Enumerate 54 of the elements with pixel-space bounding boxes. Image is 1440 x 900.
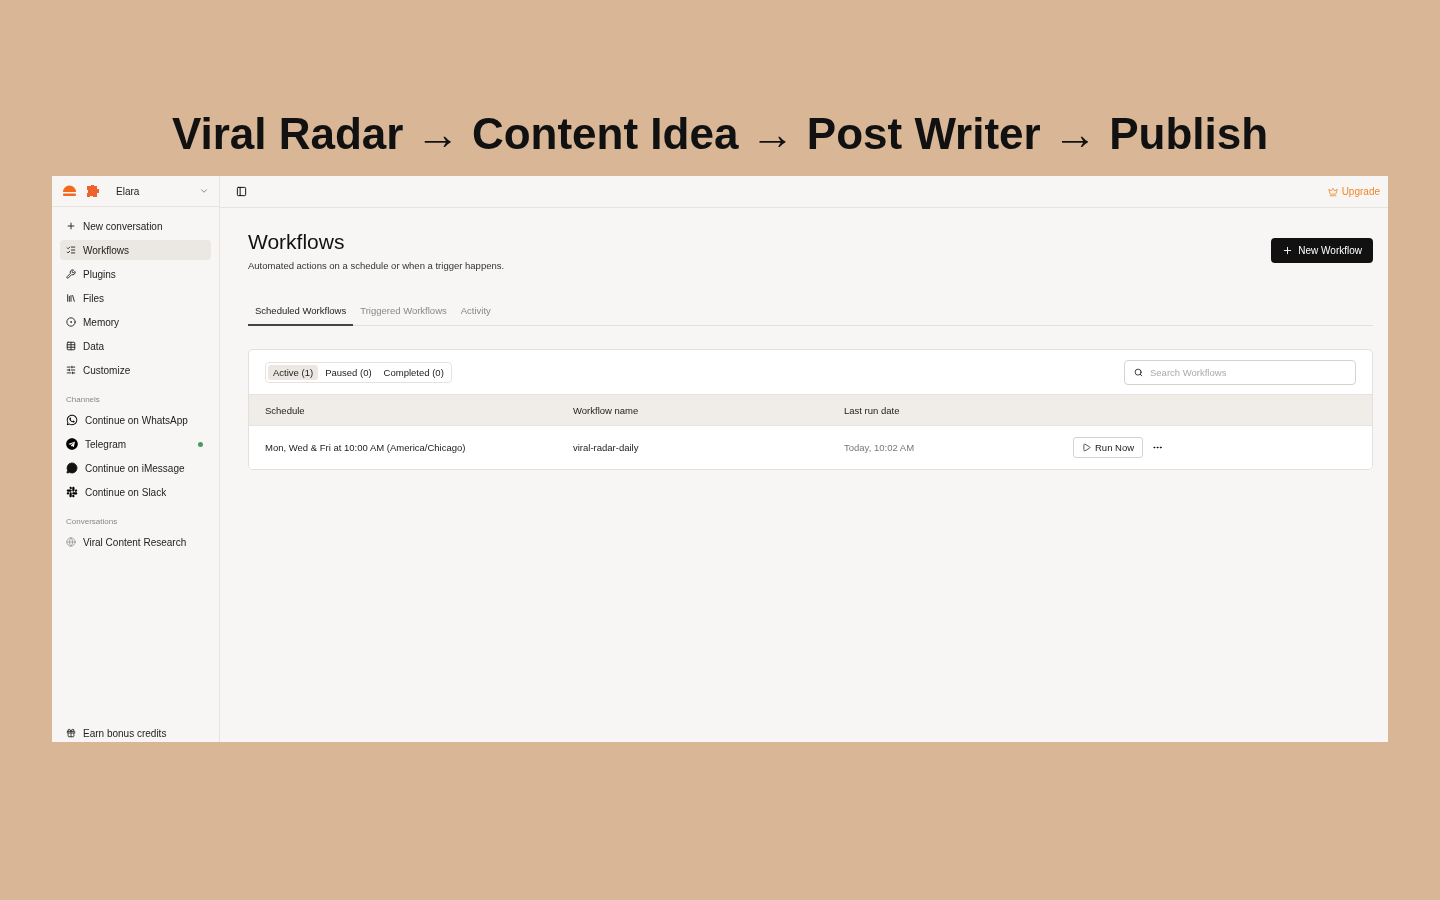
bonus-link[interactable]: Earn bonus credits — [52, 726, 219, 742]
sidebar-toggle-icon[interactable] — [236, 186, 247, 197]
puzzle-icon — [85, 184, 100, 198]
wrench-icon — [66, 269, 76, 279]
telegram-icon — [66, 438, 78, 450]
run-now-button[interactable]: Run Now — [1073, 437, 1144, 458]
channel-item[interactable]: Telegram — [60, 434, 211, 454]
page-title: Workflows — [248, 230, 346, 254]
sidebar-item[interactable]: Data — [60, 336, 211, 356]
column-header: Last run date — [844, 404, 901, 416]
table-cell-text: viral-radar-daily — [573, 442, 640, 453]
slack-icon — [66, 486, 78, 498]
tab[interactable]: Scheduled Workflows — [248, 299, 354, 326]
plus-icon — [1282, 245, 1294, 256]
sliders-icon — [66, 365, 76, 375]
filter-option[interactable]: Active (1) — [268, 364, 319, 380]
table-cell-text: Today, 10:02 AM — [844, 442, 916, 453]
sidebar-item[interactable]: Files — [60, 288, 211, 308]
channel-item[interactable]: Continue on iMessage — [60, 458, 211, 478]
channel-item[interactable]: Continue on Slack — [60, 482, 211, 502]
sidebar-item[interactable]: Workflows — [60, 240, 211, 260]
workspace-name[interactable]: Elara — [116, 185, 191, 197]
checklist-icon — [66, 245, 76, 255]
whatsapp-icon — [66, 414, 78, 426]
sidebar-item[interactable]: New conversation — [60, 216, 211, 236]
sidebar-item[interactable]: Plugins — [60, 264, 211, 284]
column-header: Workflow name — [573, 404, 640, 416]
filter-option[interactable]: Completed (0) — [378, 364, 449, 380]
tab[interactable]: Activity — [453, 299, 498, 326]
books-icon — [66, 293, 76, 303]
table-icon — [66, 341, 76, 351]
globe-icon — [66, 537, 76, 547]
table-cell-text: Mon, Wed & Fri at 10:00 AM (America/Chicago) — [265, 442, 467, 453]
conversation-item[interactable]: Viral Content Research — [60, 532, 211, 552]
gift-icon — [66, 728, 76, 738]
sidebar-item[interactable]: Memory — [60, 312, 211, 332]
column-header: Schedule — [265, 404, 306, 416]
chat-bubble-icon — [66, 462, 78, 474]
filter-option[interactable]: Paused (0) — [320, 364, 377, 380]
sidebar-item[interactable]: Customize — [60, 360, 211, 380]
search-icon — [1134, 367, 1143, 377]
page-subtitle: Automated actions on a schedule or when a trigger happens. — [248, 260, 505, 271]
crown-icon — [1327, 186, 1338, 197]
circle-icon — [66, 317, 76, 327]
section-heading: Conversations — [65, 515, 119, 528]
plus-icon — [66, 221, 76, 231]
tab[interactable]: Triggered Workflows — [353, 299, 454, 326]
section-heading: Channels — [65, 393, 101, 406]
headline: Viral Radar → Content Idea → Post Writer → Publish — [171, 108, 1269, 160]
search-field[interactable]: Search Workflows — [1124, 359, 1356, 385]
logo-icon — [62, 183, 77, 199]
channel-item[interactable]: Continue on WhatsApp — [60, 410, 211, 430]
new-workflow-button[interactable]: New Workflow — [1271, 238, 1373, 263]
play-icon — [1082, 443, 1091, 452]
